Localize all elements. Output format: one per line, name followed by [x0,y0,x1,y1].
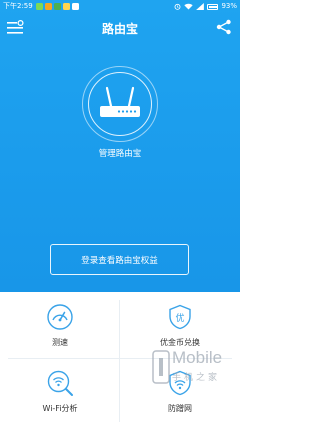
grid-item-label: Wi-Fi分析 [42,404,78,413]
battery-icon [207,3,219,10]
status-time: 下午2:59 [3,2,33,10]
battery-percent: 93% [221,2,237,10]
notification-icon [44,3,52,10]
grid-item-label: 防蹭网 [168,404,192,413]
status-bar: 下午2:59 93% [0,0,240,13]
manage-router-label[interactable]: 管理路由宝 [0,147,240,159]
alarm-icon [174,3,181,10]
notification-icon [71,3,79,10]
notification-icon [62,3,70,10]
watermark-text: Mobile [172,348,223,367]
grid-item-label: 优金币兑换 [160,338,200,347]
login-button[interactable]: 登录查看路由宝权益 [50,244,189,275]
grid-item-speedtest[interactable]: 测速 [0,292,120,358]
hero-panel: 下午2:59 93% 路由宝 管理路由宝 登录查看路由宝权益 [0,0,240,292]
wifi-analysis-icon [47,370,73,396]
router-icon[interactable] [97,84,143,122]
notification-icon [53,3,61,10]
watermark-logo-icon [152,350,170,384]
grid-item-wifi-analysis[interactable]: Wi-Fi分析 [0,358,120,424]
status-left: 下午2:59 [3,0,81,13]
wifi-icon [184,3,194,10]
notification-icon [35,3,43,10]
watermark: Mobile 手机之家 [150,348,236,388]
speedometer-icon [47,304,73,330]
status-right: 93% [174,0,237,13]
watermark-subtext: 手机之家 [172,373,221,383]
feature-grid: 测速 优 优金币兑换 Wi-Fi分析 防蹭网 Mobile 手机之家 [0,292,240,427]
grid-item-label: 测速 [52,338,68,347]
page-title: 路由宝 [101,22,138,36]
share-icon[interactable] [216,19,232,35]
signal-icon [196,3,205,10]
top-bar: 路由宝 [0,13,240,43]
svg-text:优: 优 [175,312,184,324]
coin-exchange-icon: 优 [169,304,191,330]
